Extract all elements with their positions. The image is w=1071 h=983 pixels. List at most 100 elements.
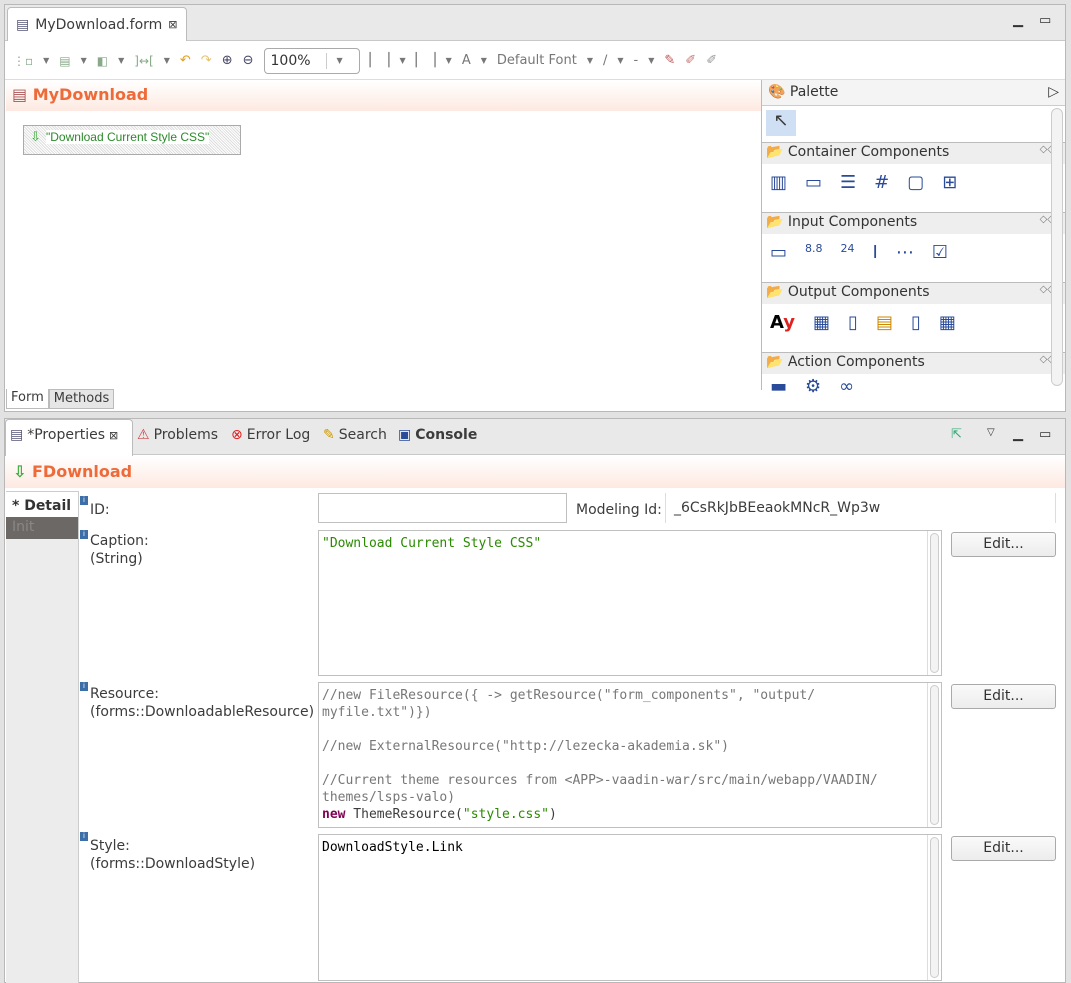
chevron-down-icon[interactable]: ▼ [43, 56, 49, 65]
keyword: new [322, 807, 346, 822]
caption-type: (String) [90, 551, 143, 567]
tab-properties[interactable]: ▤ *Properties ⊠ [10, 427, 118, 443]
code-line: myfile.txt")}) [322, 705, 432, 720]
caption-edit-button[interactable]: Edit... [951, 532, 1056, 557]
list-icon[interactable]: ▯ [848, 312, 858, 344]
palette-section[interactable]: 📂 Input Components ◇◇ [762, 212, 1065, 234]
close-icon[interactable]: ⊠ [109, 429, 118, 442]
zoom-select[interactable]: 100% ▼ [263, 47, 360, 74]
palette-section[interactable]: 📂 Action Components ◇◇ [762, 352, 1065, 374]
tab-methods[interactable]: Methods [48, 389, 115, 409]
tab-detail[interactable]: * Detail [6, 491, 78, 517]
resource-edit-button[interactable]: Edit... [951, 684, 1056, 709]
editor-tab[interactable]: ▤ MyDownload.form ⊠ [7, 7, 187, 41]
tab-icon[interactable]: ⊞ [942, 172, 957, 204]
id-input[interactable] [318, 493, 567, 523]
tab-init[interactable]: Init [6, 517, 78, 539]
tree-icon[interactable]: ▯ [911, 312, 921, 344]
link-icon[interactable]: ∞ [839, 376, 854, 397]
chevron-down-icon[interactable]: ▼ [81, 56, 87, 65]
password-field-icon[interactable]: ⋯ [896, 242, 914, 274]
undo-icon[interactable]: ↶ [180, 53, 191, 68]
download-component[interactable]: "Download Current Style CSS" ⇩ [23, 125, 241, 155]
palette-scrollbar[interactable] [1051, 108, 1063, 386]
font-select[interactable]: Default Font [497, 53, 577, 68]
spacing-icon[interactable]: ]↔[ [134, 54, 153, 68]
decimal-field-icon[interactable]: 8.8 [805, 242, 823, 274]
grid-layout-icon[interactable]: # [874, 172, 889, 204]
section-label: Output Components [787, 284, 930, 300]
table-icon[interactable]: ▦ [813, 312, 830, 344]
chevron-down-icon[interactable]: ▼ [446, 56, 452, 65]
horizontal-layout-icon[interactable]: ▭ [805, 172, 822, 204]
text-field-icon[interactable]: ▭ [770, 242, 787, 274]
panel-icon[interactable]: ▢ [907, 172, 924, 204]
pipette-icon[interactable]: ✎ [664, 53, 675, 68]
maximize-icon[interactable]: ▭ [1039, 13, 1051, 28]
grid-icon[interactable]: ▤ [876, 312, 893, 344]
close-icon[interactable]: ⊠ [168, 18, 177, 31]
scrollbar[interactable] [927, 683, 941, 827]
line-color-icon[interactable]: ▏▕ [416, 53, 436, 68]
text-area-icon[interactable]: Ⅰ [873, 242, 878, 274]
minimize-icon[interactable]: ▁ [1013, 13, 1023, 28]
tab-label: *Properties [27, 427, 105, 443]
tree-table-icon[interactable]: ▦ [939, 312, 956, 344]
style-editor[interactable]: DownloadStyle.Link [318, 834, 942, 981]
section-label: Action Components [787, 354, 925, 370]
style-type: (forms::DownloadStyle) [90, 856, 256, 872]
line-width-icon[interactable]: - [634, 53, 639, 68]
zoom-in-icon[interactable]: ⊕ [222, 53, 233, 68]
chevron-down-icon[interactable]: ▼ [400, 56, 406, 65]
tab-problems[interactable]: ⚠ Problems [137, 427, 218, 443]
chevron-down-icon[interactable]: ▼ [327, 56, 343, 65]
chevron-down-icon[interactable]: ▼ [617, 56, 623, 65]
style-edit-button[interactable]: Edit... [951, 836, 1056, 861]
brush-icon[interactable]: ✐ [685, 53, 696, 68]
form-layout-icon[interactable]: ☰ [840, 172, 856, 204]
code-line: //new ExternalResource("http://lezecka-a… [322, 739, 729, 754]
select-tool-icon[interactable]: ↖ [766, 110, 796, 136]
scrollbar[interactable] [927, 835, 941, 980]
tab-form[interactable]: Form [6, 389, 49, 409]
line-style-icon[interactable]: ∕ [603, 53, 607, 68]
caption-editor[interactable]: "Download Current Style CSS" [318, 530, 942, 676]
scrollbar[interactable] [927, 531, 941, 675]
clear-brush-icon[interactable]: ✐ [706, 53, 717, 68]
redo-icon[interactable]: ↷ [201, 53, 212, 68]
code-line: //Current theme resources from <APP>-vaa… [322, 773, 878, 788]
resource-editor[interactable]: //new FileResource({ -> getResource("for… [318, 682, 942, 828]
action-link-icon[interactable]: ⚙ [805, 376, 821, 397]
tab-console[interactable]: ▣ Console [398, 427, 477, 443]
chevron-down-icon[interactable]: ▼ [648, 56, 654, 65]
chevron-down-icon[interactable]: ▼ [164, 56, 170, 65]
label-icon[interactable]: Ay [770, 312, 795, 344]
tab-search[interactable]: ✎ Search [323, 427, 387, 443]
align-icon[interactable]: ⋮▫ [13, 54, 33, 68]
size-icon[interactable]: ◧ [97, 54, 108, 68]
check-box-icon[interactable]: ☑ [932, 242, 948, 274]
chevron-down-icon[interactable]: ▼ [587, 56, 593, 65]
zoom-out-icon[interactable]: ⊖ [243, 53, 254, 68]
distribute-icon[interactable]: ▤ [59, 54, 70, 68]
palette-section[interactable]: 📂 Output Components ◇◇ [762, 282, 1065, 304]
chevron-down-icon[interactable]: ▼ [118, 56, 124, 65]
fill-color-icon[interactable]: ▏▕ [370, 53, 390, 68]
button-icon[interactable]: ▬ [770, 376, 787, 397]
style-label-text: Style: [90, 838, 130, 854]
resource-label-text: Resource: [90, 686, 159, 702]
date-field-icon[interactable]: 24 [841, 242, 855, 274]
properties-side-tabs: * Detail Init [6, 491, 79, 983]
properties-icon: ▤ [10, 427, 24, 443]
vertical-layout-icon[interactable]: ▥ [770, 172, 787, 204]
new-view-icon[interactable]: ⇱ [951, 427, 962, 442]
tab-error-log[interactable]: ⊗ Error Log [231, 427, 310, 443]
chevron-down-icon[interactable]: ▼ [481, 56, 487, 65]
view-menu-icon[interactable]: ▽ [987, 427, 995, 438]
collapse-palette-icon[interactable]: ▷ [1048, 84, 1059, 100]
minimize-icon[interactable]: ▁ [1013, 427, 1023, 442]
caption-label-text: Caption: [90, 533, 149, 549]
maximize-icon[interactable]: ▭ [1039, 427, 1051, 442]
palette-section[interactable]: 📂 Container Components ◇◇ [762, 142, 1065, 164]
font-color-icon[interactable]: A [462, 53, 471, 68]
